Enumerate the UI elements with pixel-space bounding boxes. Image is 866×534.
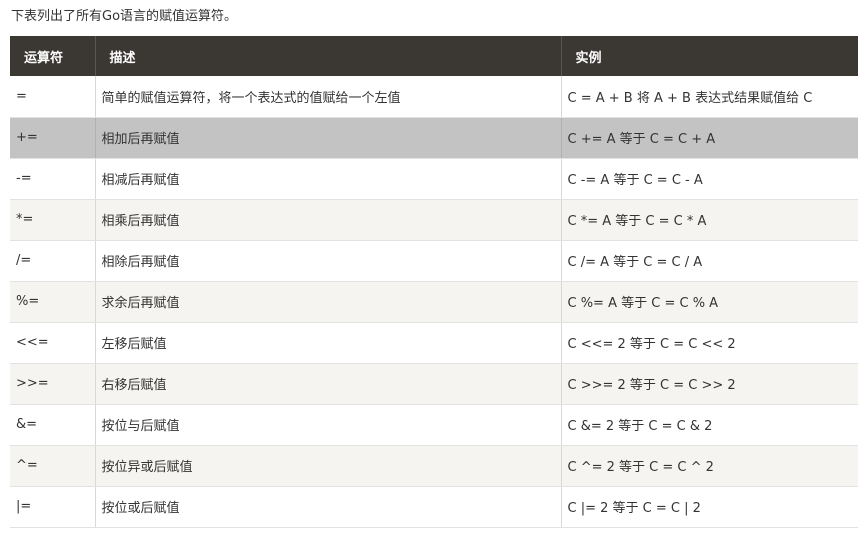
intro-text: 下表列出了所有Go语言的赋值运算符。	[11, 9, 238, 24]
example-cell: C <<= 2 等于 C = C << 2	[561, 322, 858, 364]
table-row: &= 按位与后赋值 C &= 2 等于 C = C & 2	[10, 404, 858, 446]
description-cell: 相除后再赋值	[95, 240, 562, 282]
example-cell: C *= A 等于 C = C * A	[561, 199, 858, 241]
description-cell: 相加后再赋值	[95, 117, 562, 159]
table-row: %= 求余后再赋值 C %= A 等于 C = C % A	[10, 281, 858, 323]
table-row: -= 相减后再赋值 C -= A 等于 C = C - A	[10, 158, 858, 200]
operator-cell: *=	[10, 199, 96, 241]
table-row: |= 按位或后赋值 C |= 2 等于 C = C | 2	[10, 486, 858, 528]
operator-cell: /=	[10, 240, 96, 282]
example-cell: C |= 2 等于 C = C | 2	[561, 486, 858, 528]
table-row: >>= 右移后赋值 C >>= 2 等于 C = C >> 2	[10, 363, 858, 405]
description-cell: 相减后再赋值	[95, 158, 562, 200]
example-cell: C &= 2 等于 C = C & 2	[561, 404, 858, 446]
table-row: /= 相除后再赋值 C /= A 等于 C = C / A	[10, 240, 858, 282]
operator-cell: >>=	[10, 363, 96, 405]
operator-cell: +=	[10, 117, 96, 159]
description-cell: 左移后赋值	[95, 322, 562, 364]
table-row: ^= 按位异或后赋值 C ^= 2 等于 C = C ^ 2	[10, 445, 858, 487]
column-header-operator: 运算符	[10, 36, 96, 76]
description-cell: 按位或后赋值	[95, 486, 562, 528]
column-header-description: 描述	[95, 36, 562, 76]
description-cell: 相乘后再赋值	[95, 199, 562, 241]
description-cell: 按位与后赋值	[95, 404, 562, 446]
example-cell: C %= A 等于 C = C % A	[561, 281, 858, 323]
example-cell: C >>= 2 等于 C = C >> 2	[561, 363, 858, 405]
column-header-example: 实例	[561, 36, 858, 76]
example-cell: C -= A 等于 C = C - A	[561, 158, 858, 200]
table-row: *= 相乘后再赋值 C *= A 等于 C = C * A	[10, 199, 858, 241]
table-row: = 简单的赋值运算符，将一个表达式的值赋给一个左值 C = A + B 将 A …	[10, 76, 858, 118]
operator-cell: ^=	[10, 445, 96, 487]
example-cell: C = A + B 将 A + B 表达式结果赋值给 C	[561, 76, 858, 118]
description-cell: 求余后再赋值	[95, 281, 562, 323]
operator-cell: &=	[10, 404, 96, 446]
operator-cell: -=	[10, 158, 96, 200]
example-cell: C /= A 等于 C = C / A	[561, 240, 858, 282]
description-cell: 右移后赋值	[95, 363, 562, 405]
operator-cell: |=	[10, 486, 96, 528]
example-cell: C += A 等于 C = C + A	[561, 117, 858, 159]
example-cell: C ^= 2 等于 C = C ^ 2	[561, 445, 858, 487]
table-row: <<= 左移后赋值 C <<= 2 等于 C = C << 2	[10, 322, 858, 364]
assignment-operators-table: 运算符 描述 实例 = 简单的赋值运算符，将一个表达式的值赋给一个左值 C = …	[10, 36, 858, 528]
description-cell: 按位异或后赋值	[95, 445, 562, 487]
table-row-highlighted: += 相加后再赋值 C += A 等于 C = C + A	[10, 117, 858, 159]
description-cell: 简单的赋值运算符，将一个表达式的值赋给一个左值	[95, 76, 562, 118]
table-header-row: 运算符 描述 实例	[10, 36, 858, 76]
operator-cell: %=	[10, 281, 96, 323]
operator-cell: =	[10, 76, 96, 118]
operator-cell: <<=	[10, 322, 96, 364]
